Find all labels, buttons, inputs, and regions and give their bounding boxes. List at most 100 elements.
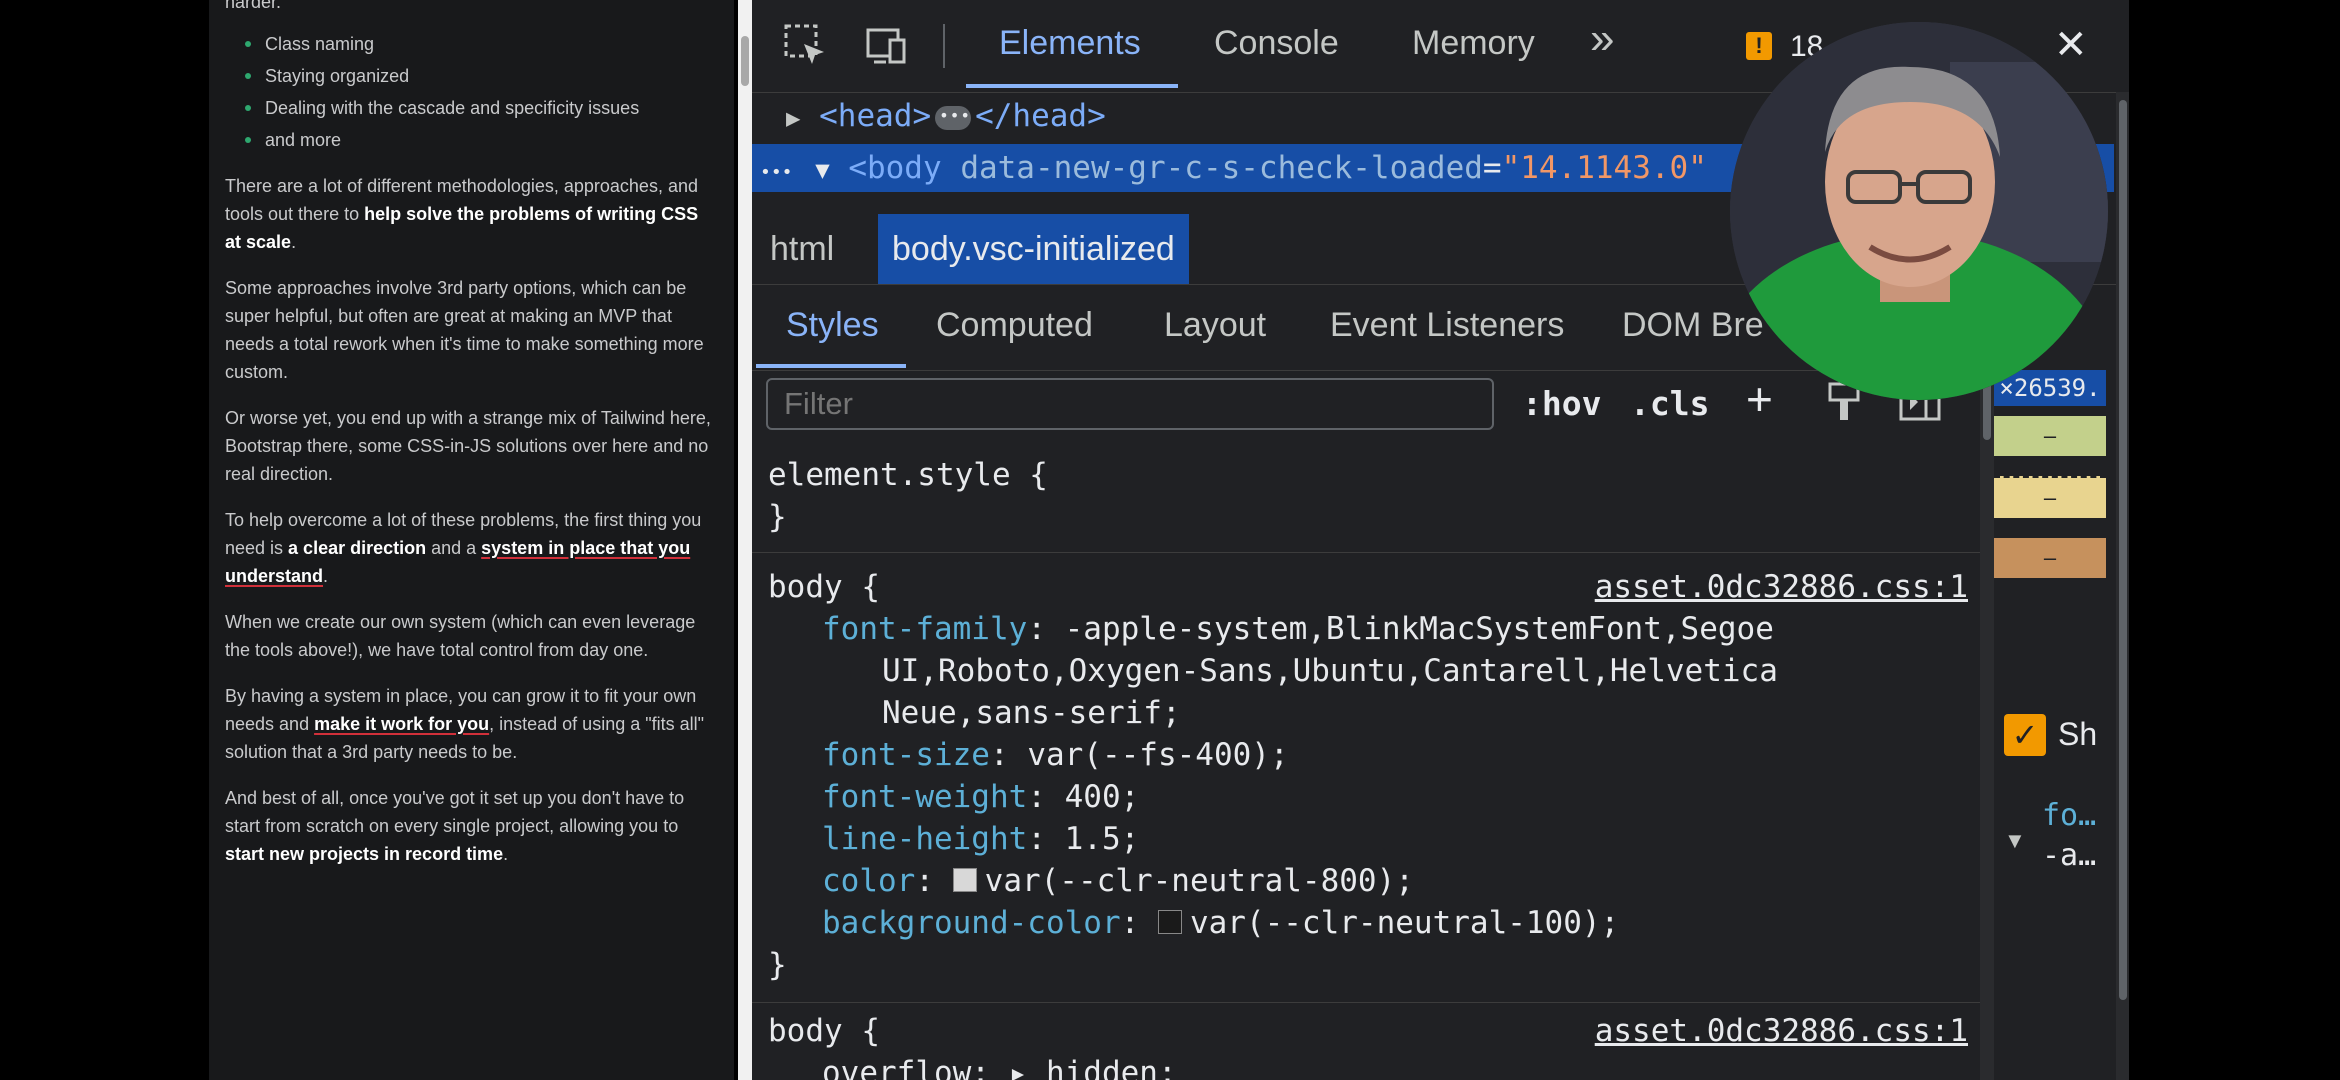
styles-pane: element.style { } body { asset.0dc32886.… [752,444,1982,1080]
declaration-continued: UI,Roboto,Oxygen-Sans,Ubuntu,Cantarell,H… [882,653,1778,689]
paragraph: Or worse yet, you end up with a strange … [225,408,711,484]
declaration[interactable]: background-color: var(--clr-neutral-100)… [822,902,1619,944]
row-dots[interactable]: ••• [760,162,793,183]
property-value: var(--clr-neutral-800); [984,863,1414,899]
attr-equals: = [1482,150,1502,186]
selector-text[interactable]: body { [768,1010,880,1052]
color-swatch[interactable] [952,867,977,892]
collapsed-ellipsis-icon[interactable] [935,92,972,140]
expand-triangle-icon[interactable]: ▶ [786,104,800,132]
property-value: 400; [1064,779,1140,815]
list-item: and more [245,124,715,156]
bold-text: a clear direction [288,538,427,558]
checkbox-checked[interactable]: ✓ [2004,714,2046,756]
text: . [291,232,297,252]
tab-memory[interactable]: Memory [1412,24,1535,63]
new-rule-icon[interactable]: + [1746,372,1773,426]
truncated-text: harder. [225,0,282,12]
show-all-label: Sh [2058,716,2098,752]
rule-body: body { asset.0dc32886.css:1 font-family:… [752,562,1982,1003]
dom-node-head[interactable]: ▶ <head> </head> [786,92,1106,140]
declaration-continued: Neue,sans-serif; [882,695,1181,731]
page-scroll-thumb[interactable] [741,36,749,86]
hov-toggle[interactable]: :hov [1522,384,1601,423]
brace-text: } [768,499,787,535]
rule-element-style: element.style { } [752,444,1982,553]
declaration-partial[interactable]: overflow: ▸ hidden; [822,1052,1177,1080]
devtools-scroll-thumb[interactable] [2119,100,2127,1000]
device-toolbar-icon[interactable] [862,22,910,70]
computed-prop-name[interactable]: fo… [2042,798,2096,833]
bold-text: start new projects in record time [225,844,504,864]
tab-event-listeners[interactable]: Event Listeners [1330,306,1564,345]
page-scrollbar[interactable] [738,0,752,1080]
declaration[interactable]: line-height: 1.5; [822,818,1139,860]
presenter-avatar [1730,22,2108,400]
breadcrumb-html[interactable]: html [756,214,848,284]
close-icon[interactable]: ✕ [2054,22,2088,68]
attr-name: data-new-gr-c-s-check-loaded [960,150,1483,186]
web-page-panel: harder. Class naming Staying organized D… [209,0,734,1080]
tag-text: <body [848,150,942,186]
collapse-triangle-icon[interactable]: ▼ [815,156,829,184]
text: . [503,844,509,864]
paragraph: And best of all, once you've got it set … [225,784,715,868]
text: and a [426,538,482,558]
more-tabs-icon[interactable]: » [1590,14,1614,64]
declaration[interactable]: font-weight: 400; [822,776,1139,818]
tab-computed[interactable]: Computed [936,306,1093,345]
issues-warning-icon[interactable]: ! [1746,32,1772,60]
expand-triangle-icon[interactable]: ▼ [2004,828,2026,854]
property-value: 1.5; [1064,821,1140,857]
bold-text: make it work for you [314,714,490,734]
color-swatch[interactable] [1157,909,1182,934]
list-item: Class naming [245,28,715,60]
tab-styles[interactable]: Styles [786,306,879,345]
box-model-margin-value[interactable]: – [1994,416,2106,456]
tag-text: </head> [975,98,1106,134]
styles-scroll-thumb[interactable] [1983,380,1991,440]
active-tab-indicator [966,84,1178,88]
tab-layout[interactable]: Layout [1164,306,1266,345]
box-model-padding-value[interactable]: – [1994,538,2106,578]
tab-console[interactable]: Console [1214,24,1339,63]
text: . [323,566,329,586]
property-name: line-height [822,821,1028,857]
list-item: Staying organized [245,60,715,92]
list-item: Dealing with the cascade and specificity… [245,92,715,124]
property-name: font-size [822,737,990,773]
selector-text[interactable]: element.style { [768,454,1048,496]
paragraph: There are a lot of different methodologi… [225,172,715,256]
source-link[interactable]: asset.0dc32886.css:1 [1595,566,1968,608]
brace-text: } [768,947,787,983]
toolbar-divider [943,24,945,68]
filter-input[interactable] [766,378,1494,430]
paragraph: To help overcome a lot of these problems… [225,506,715,590]
rule-body-2: body { asset.0dc32886.css:1 overflow: ▸ … [752,1006,1982,1080]
breadcrumb-body[interactable]: body.vsc-initialized [878,214,1189,284]
tab-dom-breakpoints[interactable]: DOM Bre [1622,306,1764,345]
property-name: font-weight [822,779,1028,815]
property-name: color [822,863,916,899]
declaration[interactable]: color: var(--clr-neutral-800); [822,860,1414,902]
box-model-border-value[interactable]: – [1994,476,2106,518]
attr-value: "14.1143.0" [1501,150,1707,186]
paragraph: By having a system in place, you can gro… [225,682,715,766]
styles-scrollbar[interactable] [1980,370,1994,1080]
declaration[interactable]: font-size: var(--fs-400); [822,734,1289,776]
property-value: var(--fs-400); [1027,737,1289,773]
selector-text[interactable]: body { [768,566,880,608]
property-name: background-color [822,905,1121,941]
tab-elements[interactable]: Elements [999,24,1141,63]
source-link[interactable]: asset.0dc32886.css:1 [1595,1010,1968,1052]
paragraph: Some approaches involve 3rd party option… [225,278,704,382]
webcam-overlay [1730,22,2108,400]
property-value: var(--clr-neutral-100); [1189,905,1620,941]
computed-prop-value: -a… [2042,838,2097,873]
inspect-element-icon[interactable] [782,22,830,70]
cls-toggle[interactable]: .cls [1630,384,1709,423]
tag-text: <head> [819,98,932,134]
property-value: -apple-system,BlinkMacSystemFont,Segoe [1064,611,1774,647]
declaration[interactable]: font-family: -apple-system,BlinkMacSyste… [822,608,1774,650]
paragraph: When we create our own system (which can… [225,612,696,660]
